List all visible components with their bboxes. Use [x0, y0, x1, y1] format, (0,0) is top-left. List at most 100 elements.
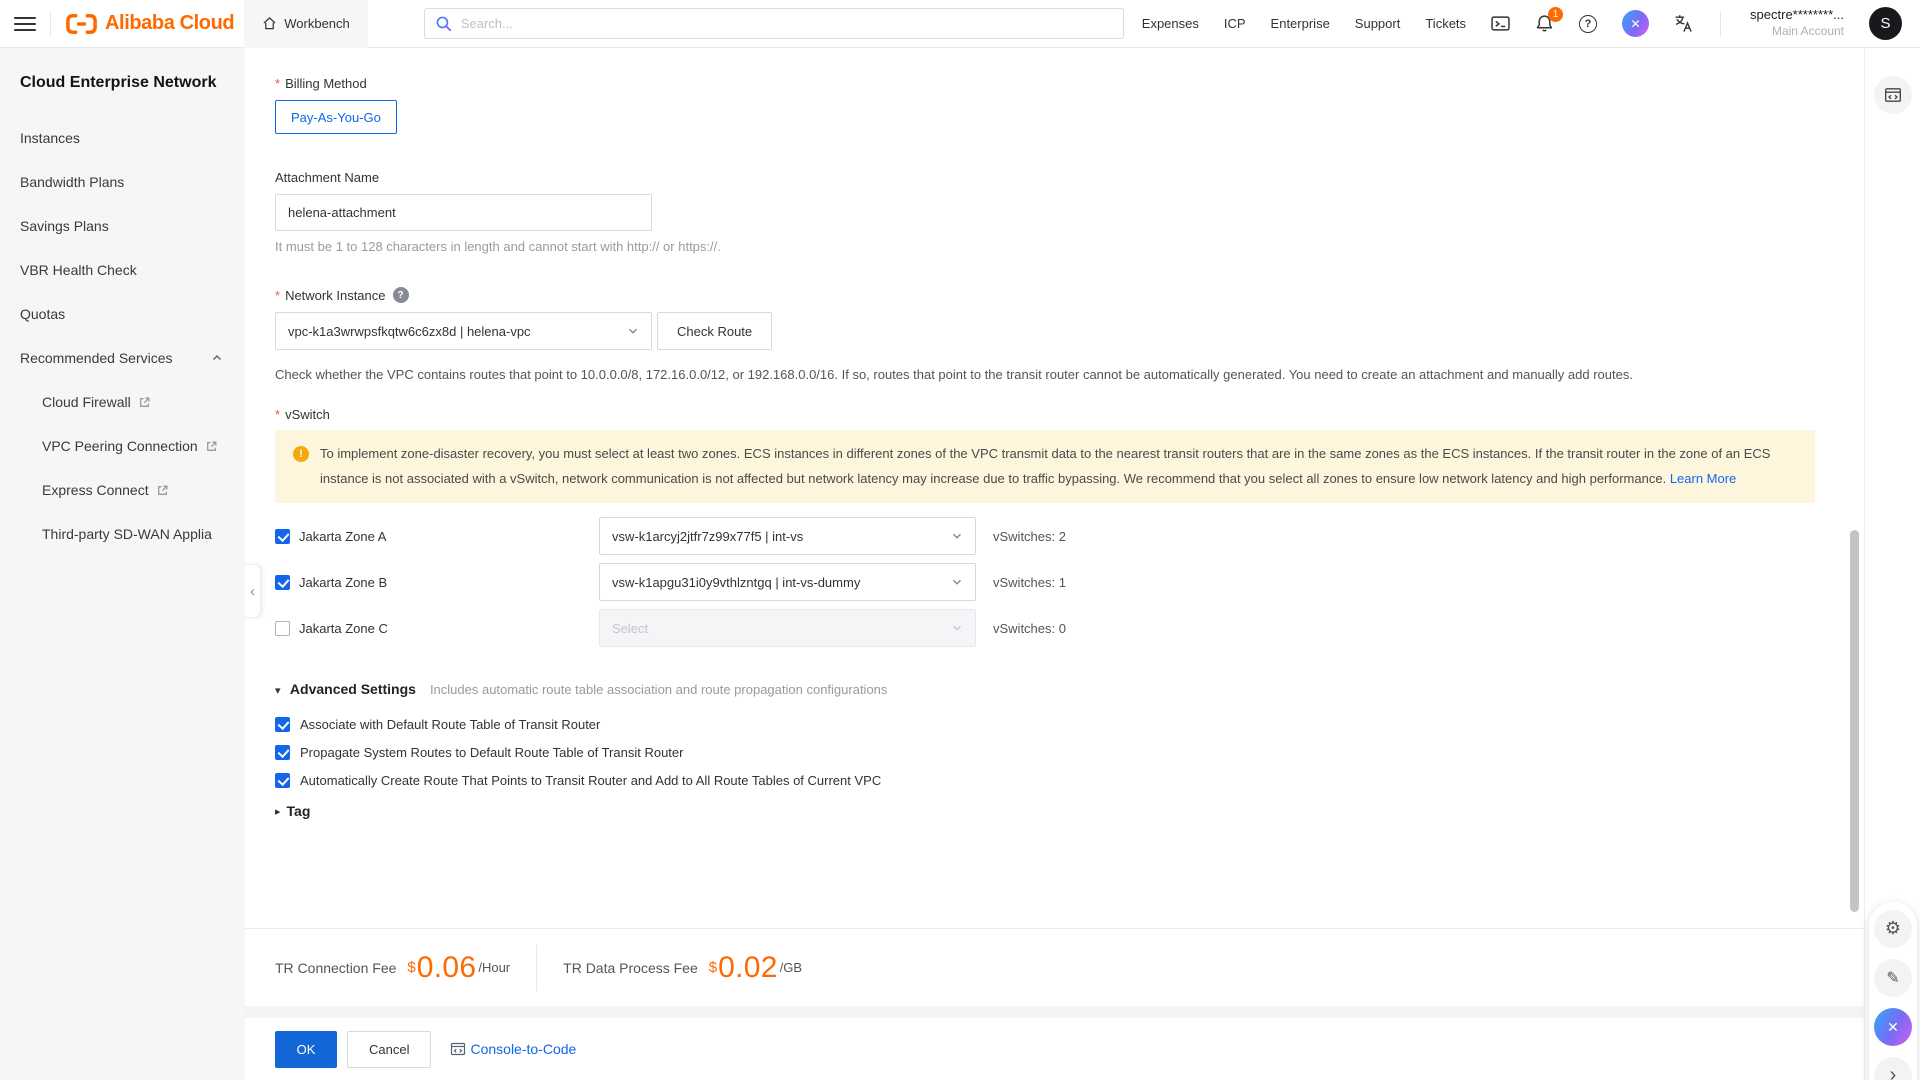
- zone-a-vswitch-select[interactable]: vsw-k1arcyj2jtfr7z99x77f5 | int-vs: [599, 517, 976, 555]
- divider: [50, 12, 51, 36]
- home-icon: [262, 16, 277, 31]
- auto-create-route-checkbox[interactable]: [275, 773, 290, 788]
- cancel-button[interactable]: Cancel: [347, 1031, 431, 1068]
- alibaba-cloud-logo[interactable]: Alibaba Cloud: [65, 12, 234, 35]
- chevron-down-icon: [951, 576, 963, 588]
- advanced-settings-subtitle: Includes automatic route table associati…: [430, 682, 887, 697]
- chevron-up-icon: [211, 352, 223, 364]
- notification-badge: 1: [1548, 7, 1563, 22]
- main-content: Billing Method Pay-As-You-Go Attachment …: [245, 48, 1864, 1080]
- search-input[interactable]: [461, 16, 1113, 31]
- chevron-down-icon: [627, 325, 639, 337]
- sidebar-item-cloud-firewall[interactable]: Cloud Firewall: [0, 380, 245, 424]
- tag-section-toggle[interactable]: ▸ Tag: [275, 803, 1820, 819]
- divider: [536, 945, 537, 991]
- ai-assistant-rail-icon[interactable]: ✕: [1874, 1008, 1912, 1046]
- external-link-icon: [156, 484, 169, 497]
- language-switch-icon[interactable]: [1674, 14, 1693, 33]
- form-footer: OK Cancel Console-to-Code: [245, 1018, 1864, 1080]
- console-to-code-link[interactable]: Console-to-Code: [450, 1041, 576, 1057]
- sidebar-item-savings-plans[interactable]: Savings Plans: [0, 204, 245, 248]
- sidebar: Cloud Enterprise Network Instances Bandw…: [0, 48, 245, 1080]
- zone-warning-banner: ! To implement zone-disaster recovery, y…: [275, 430, 1815, 503]
- network-instance-help-icon[interactable]: ?: [393, 287, 409, 303]
- nav-expenses[interactable]: Expenses: [1142, 16, 1199, 31]
- attachment-name-input[interactable]: [275, 194, 652, 231]
- ok-button[interactable]: OK: [275, 1031, 337, 1068]
- sidebar-item-vbr-health-check[interactable]: VBR Health Check: [0, 248, 245, 292]
- zone-b-checkbox[interactable]: [275, 575, 290, 590]
- zone-row-b: Jakarta Zone B vsw-k1apgu31i0y9vthlzntgq…: [275, 559, 1820, 605]
- zone-b-label: Jakarta Zone B: [299, 575, 387, 590]
- attachment-name-help: It must be 1 to 128 characters in length…: [275, 239, 1820, 254]
- sidebar-item-bandwidth-plans[interactable]: Bandwidth Plans: [0, 160, 245, 204]
- nav-support[interactable]: Support: [1355, 16, 1401, 31]
- nav-tickets[interactable]: Tickets: [1425, 16, 1466, 31]
- network-instance-select[interactable]: vpc-k1a3wrwpsfkqtw6c6zx8d | helena-vpc: [275, 312, 652, 350]
- feedback-pencil-icon[interactable]: ✎: [1874, 959, 1912, 997]
- zone-c-checkbox[interactable]: [275, 621, 290, 636]
- cloud-shell-icon[interactable]: [1491, 15, 1510, 32]
- help-icon[interactable]: ?: [1579, 15, 1597, 33]
- network-instance-note: Check whether the VPC contains routes th…: [275, 363, 1820, 386]
- check-route-button[interactable]: Check Route: [657, 312, 772, 350]
- sidebar-group-recommended-services[interactable]: Recommended Services: [0, 336, 245, 380]
- zone-b-vswitch-select[interactable]: vsw-k1apgu31i0y9vthlzntgq | int-vs-dummy: [599, 563, 976, 601]
- vertical-scrollbar[interactable]: [1850, 530, 1859, 912]
- sidebar-title: Cloud Enterprise Network: [0, 74, 245, 92]
- attachment-name-label: Attachment Name: [275, 170, 1820, 185]
- chevron-down-icon: [951, 622, 963, 634]
- zone-row-a: Jakarta Zone A vsw-k1arcyj2jtfr7z99x77f5…: [275, 513, 1820, 559]
- top-bar: Alibaba Cloud Workbench Expenses ICP Ent…: [0, 0, 1920, 48]
- caret-right-icon: ▸: [275, 805, 281, 818]
- avatar[interactable]: S: [1869, 7, 1902, 40]
- account-role: Main Account: [1750, 24, 1844, 40]
- notifications-bell-icon[interactable]: 1: [1535, 14, 1554, 33]
- zone-c-vswitch-count: vSwitches: 0: [993, 621, 1066, 636]
- associate-route-table-checkbox[interactable]: [275, 717, 290, 732]
- zone-a-vswitch-count: vSwitches: 2: [993, 529, 1066, 544]
- vswitch-label: vSwitch: [275, 407, 1820, 422]
- settings-gear-icon[interactable]: ⚙: [1874, 910, 1912, 948]
- menu-icon[interactable]: [14, 15, 36, 33]
- external-link-icon: [205, 440, 218, 453]
- zone-a-label: Jakarta Zone A: [299, 529, 386, 544]
- workbench-label: Workbench: [284, 16, 350, 31]
- propagate-routes-checkbox[interactable]: [275, 745, 290, 760]
- zone-b-vswitch-count: vSwitches: 1: [993, 575, 1066, 590]
- sidebar-item-third-party-sdwan[interactable]: Third-party SD-WAN Applia: [0, 512, 245, 556]
- external-link-icon: [138, 396, 151, 409]
- section-separator: [245, 1006, 1864, 1018]
- network-instance-label: Network Instance ?: [275, 287, 1820, 303]
- zone-row-c: Jakarta Zone C Select vSwitches: 0: [275, 605, 1820, 651]
- workbench-button[interactable]: Workbench: [244, 0, 368, 48]
- advanced-settings-toggle[interactable]: ▾ Advanced Settings Includes automatic r…: [275, 681, 1820, 697]
- pay-as-you-go-option[interactable]: Pay-As-You-Go: [275, 100, 397, 134]
- account-info[interactable]: spectre********... Main Account: [1750, 7, 1844, 39]
- zone-a-checkbox[interactable]: [275, 529, 290, 544]
- sidebar-item-vpc-peering-connection[interactable]: VPC Peering Connection: [0, 424, 245, 468]
- attachment-form: Billing Method Pay-As-You-Go Attachment …: [245, 48, 1864, 928]
- sidebar-collapse-handle[interactable]: ‹: [245, 564, 261, 618]
- expand-chevron-icon[interactable]: ›: [1874, 1057, 1912, 1080]
- tag-label: Tag: [287, 803, 311, 819]
- logo-wordmark: Alibaba Cloud: [105, 12, 234, 35]
- console-to-code-icon: [450, 1041, 466, 1057]
- console-to-code-rail-icon[interactable]: [1874, 76, 1912, 114]
- option-auto-create-route: Automatically Create Route That Points t…: [275, 773, 1820, 788]
- nav-enterprise[interactable]: Enterprise: [1271, 16, 1330, 31]
- option-propagate-routes: Propagate System Routes to Default Route…: [275, 745, 1820, 760]
- fee-bar: TR Connection Fee $ 0.06 /Hour TR Data P…: [245, 928, 1864, 1006]
- divider: [1720, 12, 1721, 36]
- tr-connection-fee: TR Connection Fee $ 0.06 /Hour: [275, 951, 510, 985]
- learn-more-link[interactable]: Learn More: [1670, 471, 1736, 486]
- warning-text: To implement zone-disaster recovery, you…: [320, 446, 1770, 486]
- sidebar-item-instances[interactable]: Instances: [0, 116, 245, 160]
- option-associate-route-table: Associate with Default Route Table of Tr…: [275, 717, 1820, 732]
- nav-icp[interactable]: ICP: [1224, 16, 1246, 31]
- floating-toolbar: ⚙ ✎ ✕ ›: [1869, 902, 1917, 1080]
- ai-assistant-icon[interactable]: ✕: [1622, 10, 1649, 37]
- right-utility-rail: ⚙ ✎ ✕ ›: [1864, 48, 1920, 1080]
- sidebar-item-express-connect[interactable]: Express Connect: [0, 468, 245, 512]
- sidebar-item-quotas[interactable]: Quotas: [0, 292, 245, 336]
